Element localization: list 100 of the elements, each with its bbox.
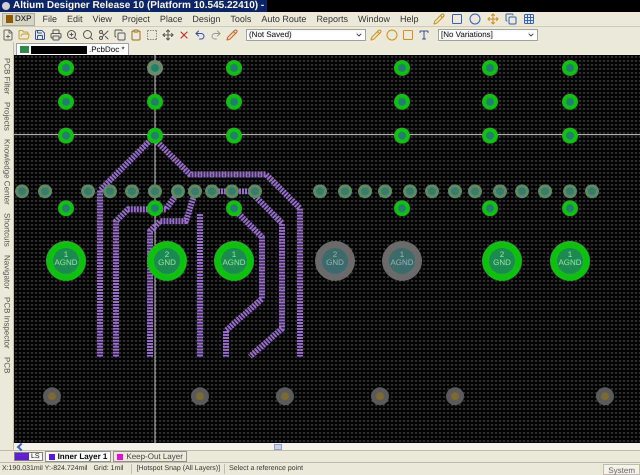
pad xyxy=(446,387,464,406)
selection-icon[interactable] xyxy=(146,28,158,40)
pad xyxy=(226,128,242,144)
pad xyxy=(563,184,577,198)
menu-item[interactable]: View xyxy=(89,14,115,24)
pad xyxy=(371,387,389,406)
pad xyxy=(248,184,262,198)
side-panel-tab[interactable]: Knowledge Center xyxy=(2,139,10,206)
pad xyxy=(148,184,162,198)
menu-item[interactable]: Auto Route xyxy=(258,14,310,24)
menu-item[interactable]: Help xyxy=(396,14,422,24)
pad xyxy=(58,94,74,110)
print-icon[interactable] xyxy=(50,28,62,40)
menu-item[interactable]: Tools xyxy=(227,14,254,24)
menu-item[interactable]: Design xyxy=(189,14,224,24)
pad xyxy=(58,200,74,216)
cut-icon[interactable] xyxy=(98,28,110,40)
copy-icon[interactable] xyxy=(114,28,126,40)
pad xyxy=(394,60,410,76)
pad xyxy=(147,200,163,216)
pad xyxy=(482,94,498,110)
pencil-icon[interactable] xyxy=(226,28,238,40)
layer-set-dropdown[interactable]: (Not Saved) xyxy=(246,28,366,40)
pad xyxy=(394,200,410,216)
pad xyxy=(205,184,219,198)
paste-icon[interactable] xyxy=(130,28,142,40)
layer-tab[interactable]: Inner Layer 1 xyxy=(44,451,112,462)
layer-tab[interactable]: Keep-Out Layer xyxy=(113,451,187,462)
pad xyxy=(482,60,498,76)
pad xyxy=(15,184,29,198)
pad xyxy=(188,184,202,198)
window-title: Altium Designer Release 10 (Platform 10.545.22410) - xyxy=(13,1,264,11)
pad xyxy=(58,60,74,76)
zoom-icon[interactable] xyxy=(66,28,78,40)
pad xyxy=(585,184,599,198)
move-icon[interactable] xyxy=(162,28,174,40)
pad xyxy=(147,128,163,144)
pad xyxy=(562,200,578,216)
pad xyxy=(58,128,74,144)
pad xyxy=(394,128,410,144)
side-panel-tab[interactable]: Projects xyxy=(2,102,10,132)
pcb-file-icon xyxy=(20,46,29,53)
pad xyxy=(43,387,61,406)
menu-item[interactable]: Edit xyxy=(64,14,86,24)
pad xyxy=(81,184,95,198)
pad xyxy=(147,60,163,76)
side-panel-tab[interactable]: PCB Inspector xyxy=(2,297,10,349)
menu-item[interactable]: File xyxy=(39,14,60,24)
pad xyxy=(378,184,392,198)
pad xyxy=(226,60,242,76)
pad xyxy=(103,184,117,198)
pad xyxy=(482,200,498,216)
pad xyxy=(403,184,417,198)
pad xyxy=(38,184,52,198)
horizontal-scrollbar[interactable] xyxy=(14,443,640,450)
pad xyxy=(313,184,327,198)
pad xyxy=(562,94,578,110)
grid-icon[interactable] xyxy=(523,13,536,25)
pad xyxy=(226,94,242,110)
pad xyxy=(448,184,462,198)
variations-dropdown[interactable]: [No Variations] xyxy=(438,28,538,40)
pad xyxy=(394,94,410,110)
side-panel-tab[interactable]: Navigator xyxy=(2,254,10,290)
scroll-thumb[interactable] xyxy=(274,444,282,450)
text-icon[interactable] xyxy=(418,28,430,40)
pad xyxy=(147,94,163,110)
menu-item[interactable]: Window xyxy=(354,14,393,24)
pad xyxy=(468,184,482,198)
menu-item[interactable]: Reports xyxy=(313,14,351,24)
pad xyxy=(191,387,209,406)
redaction-block xyxy=(31,46,87,54)
menu-item[interactable]: Place xyxy=(156,14,186,24)
clear-icon[interactable] xyxy=(178,28,190,40)
search-icon[interactable] xyxy=(82,28,94,40)
pad xyxy=(226,200,242,216)
pad xyxy=(596,387,614,406)
document-title: .PcbDoc * xyxy=(89,44,125,56)
dxp-button[interactable]: DXP xyxy=(2,12,36,26)
pad xyxy=(482,128,498,144)
layer-color-swatch xyxy=(15,453,29,460)
side-panel-tab[interactable]: PCB Filter xyxy=(2,58,10,94)
side-panel-tab[interactable]: PCB xyxy=(2,356,10,374)
document-tab[interactable]: .PcbDoc * xyxy=(16,43,129,55)
pad xyxy=(276,387,294,406)
undo-icon[interactable] xyxy=(194,28,206,40)
save-icon[interactable] xyxy=(34,28,46,40)
pad xyxy=(562,128,578,144)
new-file-icon[interactable] xyxy=(2,28,14,40)
app-icon xyxy=(2,2,10,10)
pad xyxy=(125,184,139,198)
dxp-logo-icon xyxy=(6,15,13,23)
pad xyxy=(338,184,352,198)
pad xyxy=(538,184,552,198)
system-button[interactable]: System xyxy=(603,464,640,474)
pad xyxy=(171,184,185,198)
side-panel-tab[interactable]: Shortcuts xyxy=(2,213,10,247)
menu-item[interactable]: Project xyxy=(118,14,153,24)
pad xyxy=(493,184,507,198)
pad xyxy=(515,184,529,198)
pad xyxy=(225,184,239,198)
